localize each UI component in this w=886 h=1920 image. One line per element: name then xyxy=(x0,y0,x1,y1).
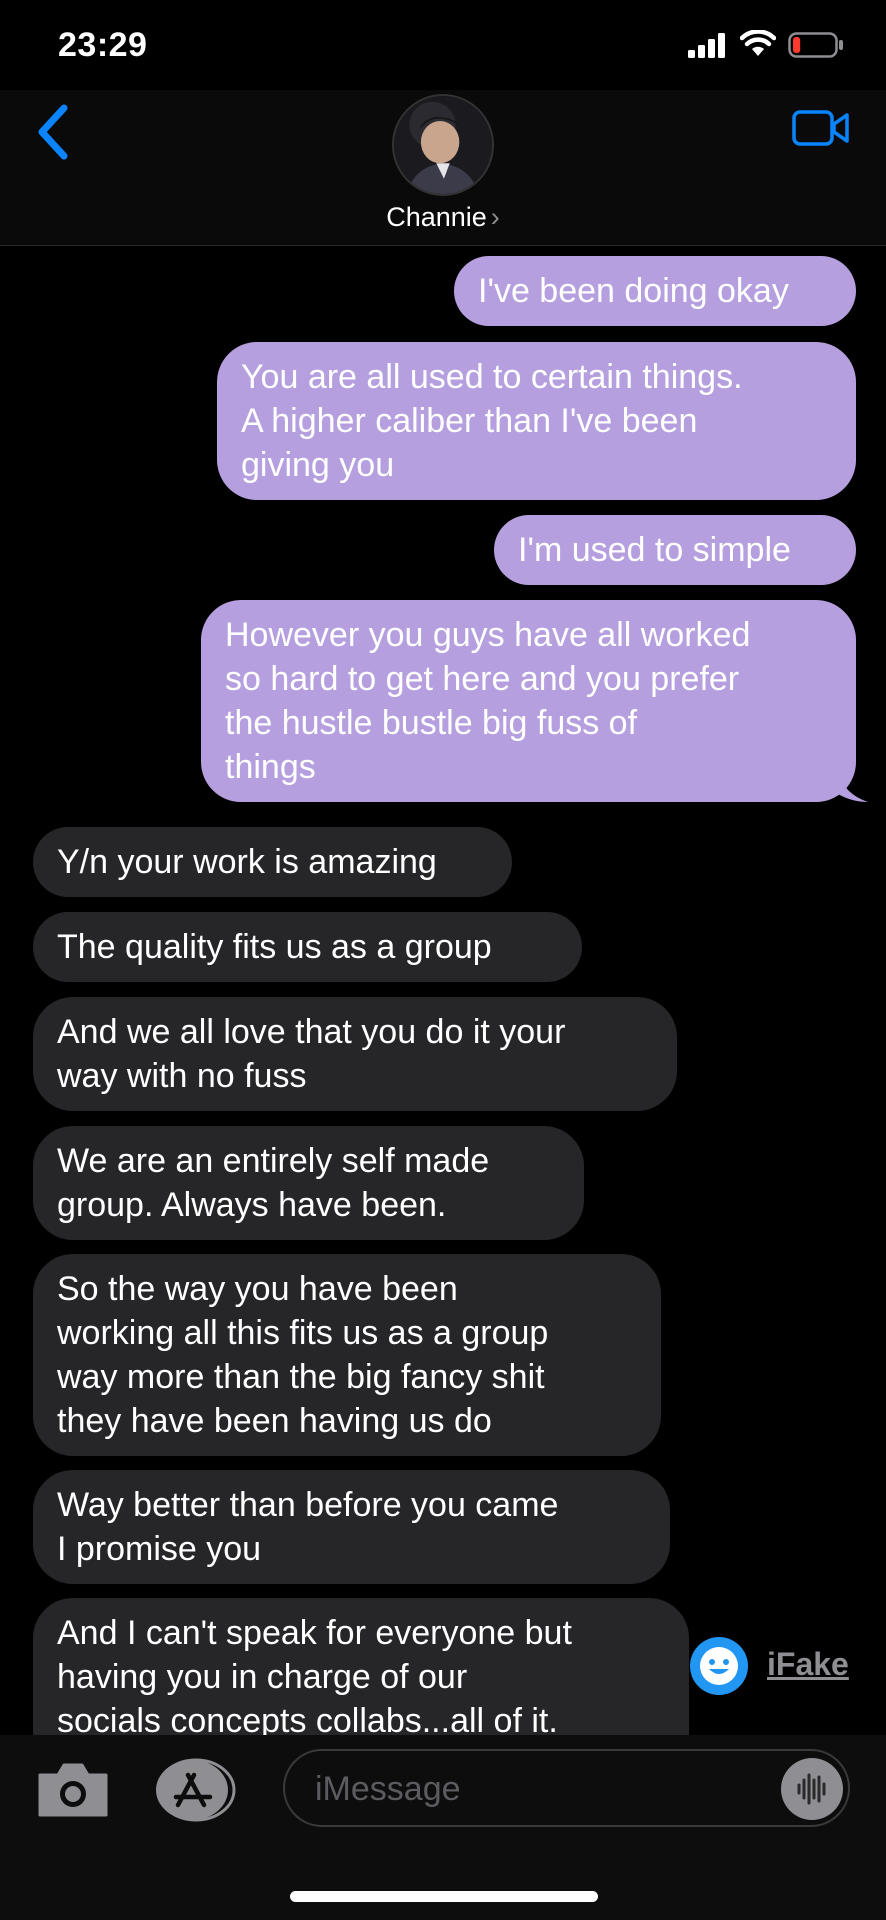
audio-waveform-icon xyxy=(797,1773,826,1805)
watermark-label: iFake xyxy=(767,1646,849,1682)
message-bubble-received[interactable]: We are an entirely self made group. Alwa… xyxy=(33,1126,584,1240)
message-text-line: so hard to get here and you prefer xyxy=(225,660,740,698)
message-bubble-sent[interactable]: You are all used to certain things. A hi… xyxy=(217,342,856,500)
app-store-button[interactable] xyxy=(154,1757,238,1823)
app-store-icon xyxy=(156,1758,236,1822)
message-bubble-received[interactable]: And we all love that you do it your way … xyxy=(33,997,677,1111)
message-text-line: Y/n your work is amazing xyxy=(57,843,437,881)
message-text-line: However you guys have all worked xyxy=(225,616,751,654)
wifi-icon xyxy=(740,30,776,56)
message-bubble-received[interactable]: The quality fits us as a group xyxy=(33,912,582,982)
status-bar: 23:29 xyxy=(0,0,886,90)
message-text-line: A higher caliber than I've been xyxy=(241,402,698,440)
back-chevron-icon[interactable] xyxy=(30,100,74,164)
message-bubble-received[interactable]: So the way you have been working all thi… xyxy=(33,1254,661,1456)
conversation-header: Channie › xyxy=(0,90,886,246)
cellular-signal-icon xyxy=(688,33,725,58)
video-camera-icon[interactable] xyxy=(792,104,850,152)
bubble-tail xyxy=(838,772,868,802)
imessage-input[interactable]: iMessage xyxy=(283,1749,850,1827)
message-text-line: giving you xyxy=(241,446,395,484)
contact-avatar[interactable] xyxy=(392,94,494,196)
message-bubble-sent[interactable]: I'm used to simple xyxy=(494,515,856,585)
status-time: 23:29 xyxy=(58,26,148,64)
message-text-line: way more than the big fancy shit xyxy=(57,1358,545,1396)
message-bubble-received[interactable]: Y/n your work is amazing xyxy=(33,827,512,897)
message-text-line: You are all used to certain things. xyxy=(241,358,743,396)
message-text-line: things xyxy=(225,748,316,786)
contact-name-label: Channie xyxy=(386,202,487,232)
message-text-line: Way better than before you came xyxy=(57,1486,559,1524)
message-text-line: I promise you xyxy=(57,1530,262,1568)
message-text-line: And I can't speak for everyone but xyxy=(57,1614,572,1652)
home-indicator xyxy=(290,1891,598,1902)
message-text-line: they have been having us do xyxy=(57,1402,492,1440)
message-text-line: the hustle bustle big fuss of xyxy=(225,704,638,742)
message-text-line: having you in charge of our xyxy=(57,1658,468,1696)
message-text-line: group. Always have been. xyxy=(57,1186,447,1224)
message-text-line: So the way you have been xyxy=(57,1270,458,1308)
message-bubble-received[interactable]: Way better than before you came I promis… xyxy=(33,1470,670,1584)
message-text-line: The quality fits us as a group xyxy=(57,928,492,966)
message-input-bar: iMessage xyxy=(0,1735,886,1920)
message-text-line: And we all love that you do it your xyxy=(57,1013,566,1051)
battery-icon xyxy=(788,32,843,58)
contact-name[interactable]: Channie › xyxy=(0,202,886,233)
chevron-right-icon: › xyxy=(490,202,500,232)
message-text-line: way with no fuss xyxy=(57,1057,307,1095)
message-text-line: I'm used to simple xyxy=(518,531,791,569)
imessage-placeholder: iMessage xyxy=(315,1770,461,1808)
audio-waveform-button[interactable] xyxy=(781,1758,843,1820)
message-text-line: working all this fits us as a group xyxy=(57,1314,549,1352)
smiley-face-icon xyxy=(690,1637,748,1695)
camera-icon[interactable] xyxy=(36,1761,110,1819)
ifake-watermark: iFake xyxy=(690,1636,860,1696)
message-text-line: I've been doing okay xyxy=(478,272,789,310)
message-text-line: We are an entirely self made xyxy=(57,1142,490,1180)
message-bubble-sent[interactable]: I've been doing okay xyxy=(454,256,856,326)
message-bubble-sent[interactable]: However you guys have all worked so hard… xyxy=(201,600,868,802)
